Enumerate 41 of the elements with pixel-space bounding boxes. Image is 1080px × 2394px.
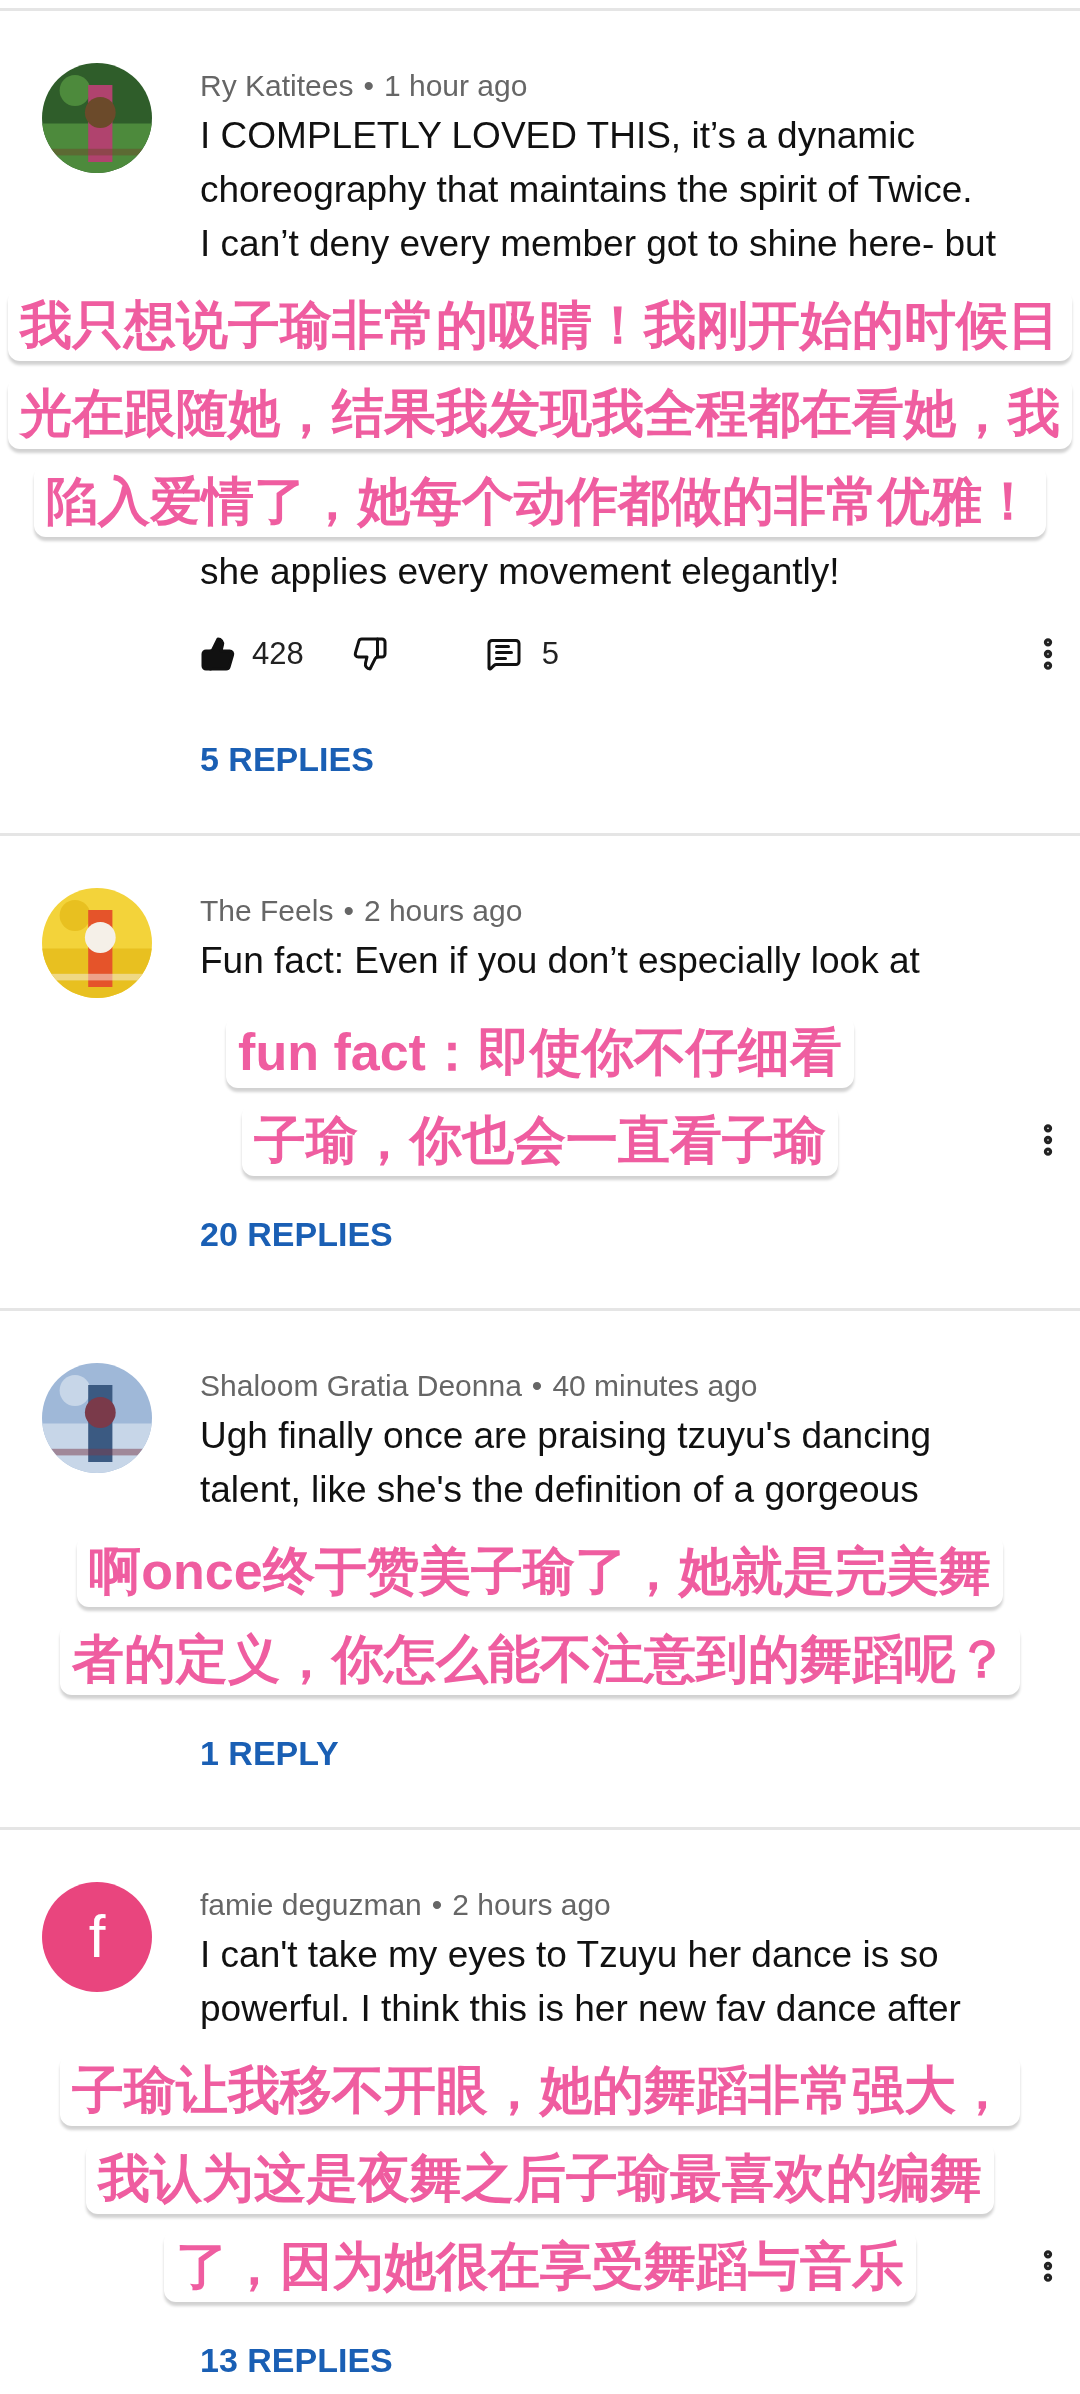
dislike-icon[interactable] — [351, 636, 388, 672]
comment-time: 40 minutes ago — [552, 1368, 758, 1404]
author-name: famie deguzman — [200, 1887, 422, 1923]
comment-text: talent, like she's the definition of a gorgeous — [200, 1468, 920, 1512]
subtitle-caption: 光在跟随她，结果我发现我全程都在看她，我 — [8, 377, 1072, 449]
comment-text: I can’t deny every member got to shine here- but — [200, 222, 996, 266]
subtitle-caption: 我认为这是夜舞之后子瑜最喜欢的编舞 — [86, 2142, 994, 2214]
separator-dot: • — [343, 893, 354, 929]
replies-link[interactable]: 1 REPLY — [200, 1723, 339, 1783]
subtitle-caption: 了，因为她很在享受舞蹈与音乐 — [164, 2230, 916, 2302]
subtitle-caption: 子瑜，你也会一直看子瑜 — [242, 1104, 838, 1176]
subtitle-caption: 子瑜让我移不开眼，她的舞蹈非常强大， — [60, 2054, 1020, 2126]
separator-dot: • — [431, 1887, 443, 1923]
comment-text: Ugh finally once are praising tzuyu's dancing — [200, 1414, 932, 1458]
subtitle-caption: 啊once终于赞美子瑜了，她就是完美舞 — [77, 1535, 1003, 1607]
subtitle-caption: fun fact：即使你不仔细看 — [226, 1016, 854, 1088]
separator-dot: • — [363, 68, 374, 104]
author-name: Shaloom Gratia Deonna — [200, 1368, 522, 1404]
replies-link[interactable]: 20 REPLIES — [200, 1204, 393, 1264]
comment-text: powerful. I think this is her new fav dance after — [200, 1987, 961, 2031]
author-name: Ry Katitees — [200, 68, 354, 104]
separator-dot: • — [531, 1368, 543, 1404]
comment-text: I COMPLETLY LOVED THIS, it’s a dynamic — [200, 114, 916, 158]
comment-text: choreography that maintains the spirit of Twice. — [200, 168, 974, 212]
replies-link[interactable]: 13 REPLIES — [200, 2330, 393, 2390]
comment-time: 1 hour ago — [383, 68, 528, 104]
reply-count: 5 — [541, 634, 559, 673]
comment-text: she applies every movement elegantly! — [200, 551, 840, 592]
like-icon[interactable] — [200, 636, 236, 672]
comment-time: 2 hours ago — [452, 1887, 611, 1923]
author-name: The Feels — [200, 893, 334, 929]
like-count: 428 — [252, 634, 304, 673]
comment-time: 2 hours ago — [363, 893, 523, 929]
subtitle-caption: 陷入爱情了，她每个动作都做的非常优雅！ — [34, 465, 1046, 537]
replies-link[interactable]: 5 REPLIES — [200, 729, 374, 789]
avatar: f — [42, 1882, 152, 1992]
subtitle-caption: 者的定义，你怎么能不注意到的舞蹈呢？ — [60, 1623, 1020, 1695]
comment-text: I can't take my eyes to Tzuyu her dance is so — [200, 1933, 940, 1977]
subtitle-caption: 我只想说子瑜非常的吸睛！我刚开始的时候目 — [8, 289, 1072, 361]
comment-text: Fun fact: Even if you don’t especially look at — [200, 939, 920, 983]
reply-icon[interactable] — [485, 636, 522, 672]
